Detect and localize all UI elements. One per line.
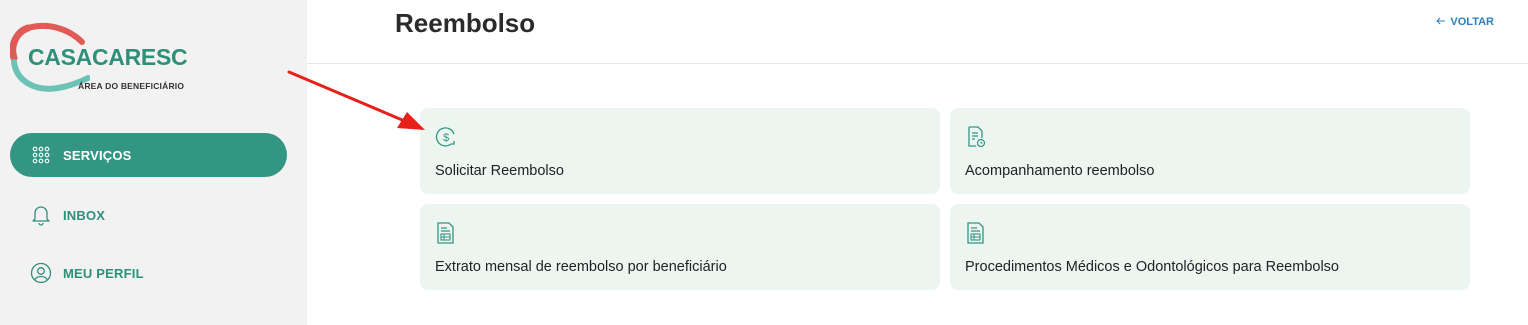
card-acompanhamento-reembolso[interactable]: Acompanhamento reembolso xyxy=(950,108,1470,194)
arrow-left-icon xyxy=(1436,16,1446,28)
svg-text:$: $ xyxy=(443,132,449,144)
card-procedimentos-medicos[interactable]: Procedimentos Médicos e Odontológicos pa… xyxy=(950,204,1470,290)
brand-name: CASACARESC xyxy=(28,44,188,70)
sidebar-item-servicos[interactable]: SERVIÇOS xyxy=(10,133,287,177)
back-button[interactable]: VOLTAR xyxy=(1436,16,1494,28)
page-title: Reembolso xyxy=(395,8,536,38)
main-content: Reembolso VOLTAR $ Solicitar Reembolso A… xyxy=(307,0,1528,325)
grid-dots-icon xyxy=(30,144,52,166)
header-divider xyxy=(307,63,1528,64)
sidebar-item-label: SERVIÇOS xyxy=(63,147,132,163)
red-arrow-icon xyxy=(287,70,425,130)
sidebar-item-meu-perfil[interactable]: MEU PERFIL xyxy=(10,251,287,295)
sidebar-item-label: MEU PERFIL xyxy=(63,265,144,281)
document-statement-icon xyxy=(964,221,988,245)
bell-icon xyxy=(30,204,52,226)
brand-subtitle: ÁREA DO BENEFICIÁRIO xyxy=(78,81,185,91)
brand-logo[interactable]: CASACARESC ÁREA DO BENEFICIÁRIO xyxy=(10,22,200,94)
card-solicitar-reembolso[interactable]: $ Solicitar Reembolso xyxy=(420,108,940,194)
card-label: Solicitar Reembolso xyxy=(435,163,564,179)
card-label: Extrato mensal de reembolso por benefici… xyxy=(435,259,727,275)
back-label: VOLTAR xyxy=(1450,16,1494,28)
sidebar-item-label: INBOX xyxy=(63,207,106,223)
card-extrato-mensal[interactable]: Extrato mensal de reembolso por benefici… xyxy=(420,204,940,290)
document-clock-icon xyxy=(964,125,988,149)
sidebar-item-inbox[interactable]: INBOX xyxy=(10,193,287,237)
card-label: Procedimentos Médicos e Odontológicos pa… xyxy=(965,259,1339,275)
dollar-circle-icon: $ xyxy=(434,125,458,149)
user-circle-icon xyxy=(30,262,52,284)
document-statement-icon xyxy=(434,221,458,245)
card-label: Acompanhamento reembolso xyxy=(965,163,1155,179)
sidebar: CASACARESC ÁREA DO BENEFICIÁRIO SERVIÇOS… xyxy=(0,0,307,325)
